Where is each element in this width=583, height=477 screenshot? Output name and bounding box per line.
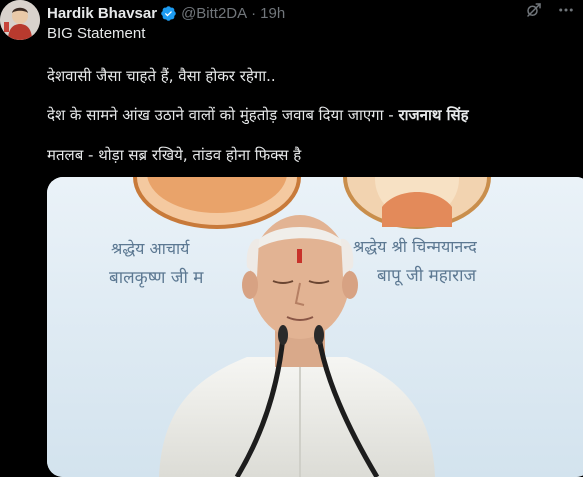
video-frame — [47, 177, 583, 477]
tweet-text-attribution: राजनाथ सिंह — [398, 106, 469, 124]
tweet-text-line: मतलब - थोड़ा सब्र रखिये, तांडव होना फिक्… — [47, 146, 302, 164]
backdrop-caption: बापू जी महाराज — [377, 266, 477, 286]
tweet-text-line: देश के सामने आंख उठाने वालों को मुंहतोड़… — [47, 105, 469, 125]
separator-dot: · — [251, 4, 257, 22]
tweet-header: Hardik Bhavsar @Bitt2DA · 19h — [47, 4, 583, 22]
more-options-icon[interactable] — [557, 1, 575, 19]
tweet-media-video[interactable]: श्रद्धेय आचार्य बालकृष्ण जी म श्रद्धेय श… — [47, 177, 583, 477]
backdrop-caption: बालकृष्ण जी म — [109, 268, 204, 288]
tweet-text-headline: BIG Statement — [47, 25, 146, 42]
timestamp[interactable]: 19h — [260, 5, 285, 22]
tweet-text-quote: देश के सामने आंख उठाने वालों को मुंहतोड़… — [47, 106, 399, 124]
tweet-text-line: देशवासी जैसा चाहते हैं, वैसा होकर रहेगा.… — [47, 67, 276, 85]
author-handle[interactable]: @Bitt2DA — [181, 5, 247, 22]
backdrop-caption: श्रद्धेय श्री चिन्मयानन्द — [353, 237, 477, 256]
avatar[interactable] — [0, 0, 40, 40]
author-name[interactable]: Hardik Bhavsar — [47, 5, 157, 22]
verified-badge-icon — [161, 5, 176, 21]
backdrop-caption: श्रद्धेय आचार्य — [111, 239, 190, 258]
avatar-image — [0, 0, 40, 40]
grok-icon[interactable] — [525, 1, 543, 19]
